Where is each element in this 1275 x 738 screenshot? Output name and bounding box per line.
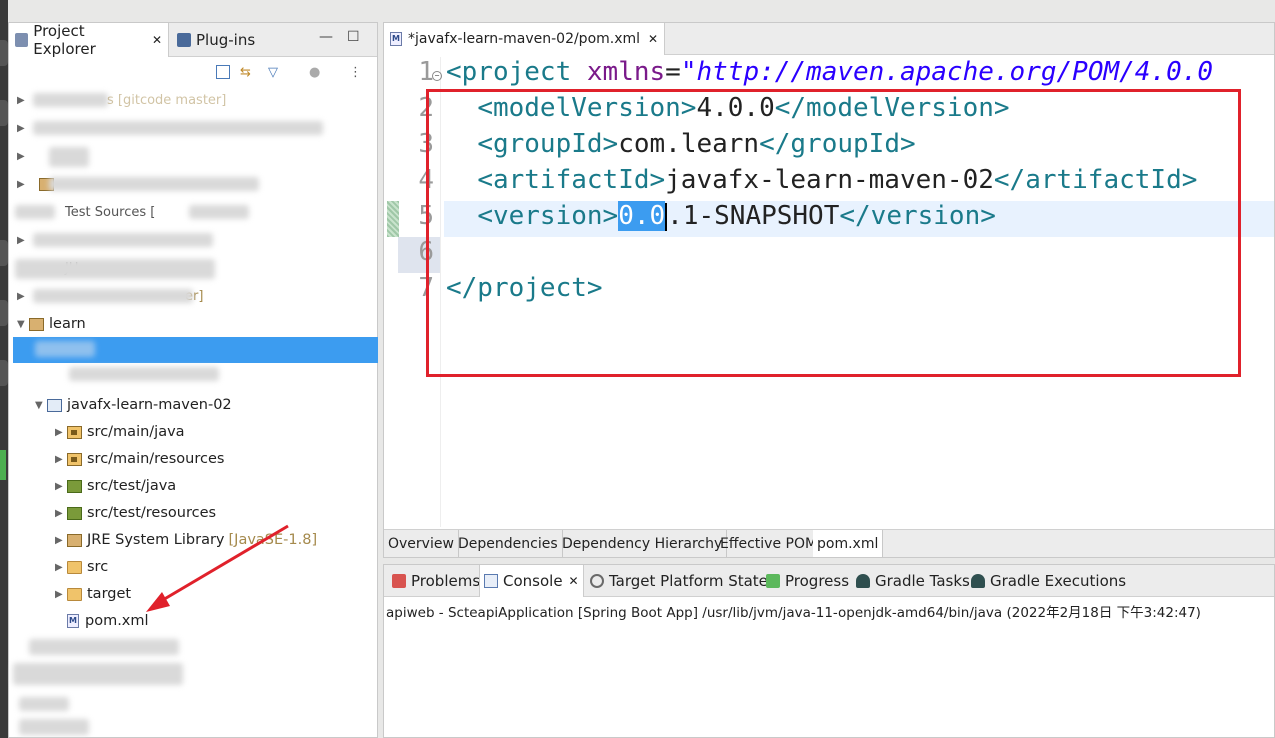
launcher-item[interactable] bbox=[0, 360, 8, 386]
chevron-right-icon[interactable]: ▶ bbox=[55, 562, 67, 573]
tab-problems[interactable]: Problems bbox=[388, 565, 484, 597]
tree-item-pom-xml[interactable]: M pom.xml bbox=[9, 608, 377, 634]
chevron-down-icon[interactable]: ▼ bbox=[17, 319, 29, 330]
console-tab-bar: Problems Console ✕ Target Platform State … bbox=[384, 565, 1274, 597]
launcher-item[interactable] bbox=[0, 100, 8, 126]
pom-editor-page-tabs: Overview Dependencies Dependency Hierarc… bbox=[384, 529, 1274, 557]
tree-item-learn[interactable]: ▼ learn bbox=[9, 311, 377, 337]
library-icon bbox=[67, 533, 82, 547]
close-icon[interactable]: ✕ bbox=[648, 32, 658, 46]
console-icon bbox=[484, 574, 498, 588]
tree-item-src-test-resources[interactable]: ▶ src/test/resources bbox=[9, 500, 377, 526]
project-explorer-icon bbox=[15, 33, 29, 47]
tab-gradle-executions[interactable]: Gradle Executions bbox=[967, 565, 1130, 597]
launcher-strip bbox=[0, 0, 8, 738]
source-folder-icon bbox=[67, 452, 82, 466]
chevron-right-icon[interactable]: ▶ bbox=[55, 454, 67, 465]
close-icon[interactable]: ✕ bbox=[569, 574, 579, 588]
gradle-icon bbox=[971, 574, 985, 588]
target-platform-icon bbox=[590, 574, 604, 588]
maven-project-icon bbox=[47, 398, 62, 412]
test-source-folder-icon bbox=[67, 479, 82, 493]
tab-overview[interactable]: Overview bbox=[384, 530, 459, 557]
chevron-down-icon[interactable]: ▼ bbox=[35, 400, 47, 411]
tree-item-label: src/main/resources bbox=[87, 451, 225, 467]
launcher-active-indicator bbox=[0, 450, 6, 480]
tab-pom-xml[interactable]: pom.xml bbox=[813, 530, 884, 557]
view-menu-icon[interactable]: ⋮ bbox=[349, 65, 363, 80]
code-area[interactable]: − 1 2 3 4 5 6 7 <project xmlns="http://m… bbox=[384, 57, 1274, 527]
launcher-item[interactable] bbox=[0, 240, 8, 266]
collapse-all-icon[interactable] bbox=[216, 65, 230, 79]
chevron-right-icon[interactable]: ▶ bbox=[55, 481, 67, 492]
tree-item-project[interactable]: ▼ javafx-learn-maven-02 bbox=[9, 392, 377, 418]
tree-item-src[interactable]: ▶ src bbox=[9, 554, 377, 580]
folder-icon bbox=[67, 560, 82, 574]
console-process-info: apiweb - ScteapiApplication [Spring Boot… bbox=[386, 605, 1201, 621]
tab-label: Plug-ins bbox=[196, 31, 256, 49]
tree-item-src-main-resources[interactable]: ▶ src/main/resources bbox=[9, 446, 377, 472]
launcher-item[interactable] bbox=[0, 40, 8, 66]
working-set-icon bbox=[29, 317, 44, 331]
project-explorer-panel: Project Explorer ✕ Plug-ins — ☐ ⇆ ▽ ● ⋮ … bbox=[8, 22, 378, 738]
maximize-icon[interactable]: ☐ bbox=[347, 29, 360, 45]
tree-item-target[interactable]: ▶ target bbox=[9, 581, 377, 607]
tab-gradle-tasks[interactable]: Gradle Tasks bbox=[852, 565, 974, 597]
tree-item-jre-library[interactable]: ▶ JRE System Library [JavaSE-1.8] bbox=[9, 527, 377, 553]
tab-pom-xml-editor[interactable]: M *javafx-learn-maven-02/pom.xml ✕ bbox=[384, 23, 666, 55]
tree-item-label: JRE System Library bbox=[87, 532, 225, 548]
gradle-icon bbox=[856, 574, 870, 588]
link-editor-icon[interactable]: ⇆ bbox=[240, 65, 254, 80]
chevron-right-icon[interactable]: ▶ bbox=[55, 589, 67, 600]
tab-plug-ins[interactable]: Plug-ins bbox=[171, 23, 261, 57]
editor-tab-label: *javafx-learn-maven-02/pom.xml bbox=[408, 31, 641, 47]
tree-item-label: src bbox=[87, 559, 109, 575]
tree-item-label: javafx-learn-maven-02 bbox=[67, 397, 232, 413]
maven-file-icon: M bbox=[390, 32, 402, 46]
tree-item-src-main-java[interactable]: ▶ src/main/java bbox=[9, 419, 377, 445]
focus-icon[interactable]: ● bbox=[309, 65, 323, 80]
tree-item-label: pom.xml bbox=[85, 613, 149, 629]
tree-item-src-test-java[interactable]: ▶ src/test/java bbox=[9, 473, 377, 499]
tab-console[interactable]: Console ✕ bbox=[479, 565, 584, 597]
minimize-icon[interactable]: — bbox=[319, 29, 333, 45]
close-icon[interactable]: ✕ bbox=[152, 33, 162, 47]
change-marker bbox=[387, 201, 399, 237]
filter-icon[interactable]: ▽ bbox=[268, 65, 282, 80]
tab-target-platform-state[interactable]: Target Platform State bbox=[586, 565, 772, 597]
progress-icon bbox=[766, 574, 780, 588]
console-panel: Problems Console ✕ Target Platform State … bbox=[383, 564, 1275, 738]
explorer-tab-bar: Project Explorer ✕ Plug-ins — ☐ bbox=[9, 22, 377, 58]
folder-icon bbox=[67, 587, 82, 601]
tab-dependency-hierarchy[interactable]: Dependency Hierarchy bbox=[558, 530, 728, 557]
pom-editor-panel: M *javafx-learn-maven-02/pom.xml ✕ − 1 2… bbox=[383, 22, 1275, 558]
tab-dependencies[interactable]: Dependencies bbox=[454, 530, 563, 557]
chevron-right-icon[interactable]: ▶ bbox=[55, 508, 67, 519]
tree-item-label: src/test/java bbox=[87, 478, 177, 494]
maven-file-icon: M bbox=[67, 614, 79, 628]
source-folder-icon bbox=[67, 425, 82, 439]
annotation-box bbox=[426, 89, 1241, 377]
explorer-toolbar: ⇆ ▽ ● ⋮ bbox=[9, 57, 377, 87]
tab-effective-pom[interactable]: Effective POM bbox=[716, 530, 823, 557]
code-line: <project xmlns="http://maven.apache.org/… bbox=[446, 57, 1214, 87]
line-number: 1 bbox=[418, 57, 434, 87]
editor-tab-bar: M *javafx-learn-maven-02/pom.xml ✕ bbox=[384, 23, 1274, 55]
tree-item-decoration: [JavaSE-1.8] bbox=[228, 532, 318, 548]
test-source-folder-icon bbox=[67, 506, 82, 520]
chevron-right-icon[interactable]: ▶ bbox=[55, 427, 67, 438]
chevron-right-icon[interactable]: ▶ bbox=[55, 535, 67, 546]
problems-icon bbox=[392, 574, 406, 588]
launcher-item[interactable] bbox=[0, 300, 8, 326]
tree-item-label: src/test/resources bbox=[87, 505, 217, 521]
tab-label: Project Explorer bbox=[33, 22, 96, 58]
tree-item-label: src/main/java bbox=[87, 424, 185, 440]
plugin-icon bbox=[177, 33, 191, 47]
tab-progress[interactable]: Progress bbox=[762, 565, 853, 597]
tab-project-explorer[interactable]: Project Explorer ✕ bbox=[9, 22, 169, 58]
tree-item-label: learn bbox=[49, 316, 86, 332]
tree-item-label: target bbox=[87, 586, 132, 602]
